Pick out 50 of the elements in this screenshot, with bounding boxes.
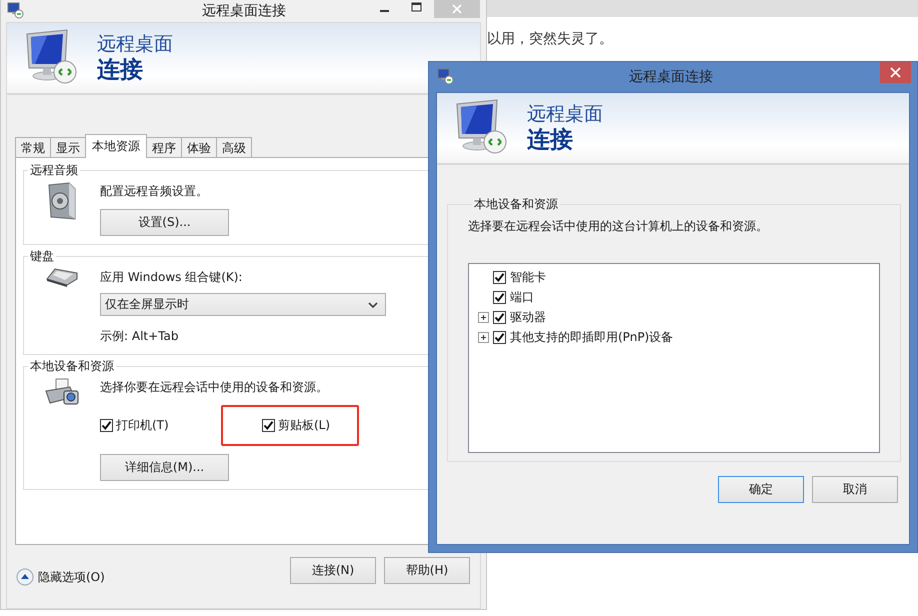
example-text: 示例: Alt+Tab: [100, 328, 178, 345]
collapse-icon[interactable]: [16, 568, 34, 586]
tab[interactable]: 体验: [181, 137, 217, 157]
group-title: 键盘: [29, 248, 55, 265]
tree-item[interactable]: 驱动器: [510, 308, 546, 326]
tree-item[interactable]: 端口: [510, 288, 534, 306]
tab[interactable]: 本地资源: [85, 134, 147, 158]
checkbox[interactable]: [493, 310, 506, 324]
app-icon: [7, 2, 24, 19]
window-title: 远程桌面连接: [628, 68, 714, 86]
description-text: 配置远程音频设置。: [100, 183, 208, 200]
settings-button[interactable]: 设置(S)...: [100, 209, 229, 236]
description-text: 选择要在远程会话中使用的这台计算机上的设备和资源。: [468, 218, 769, 235]
article-text: 以用，突然失灵了。: [487, 30, 614, 48]
group-title: 本地设备和资源: [29, 358, 115, 375]
printer-icon: [44, 377, 80, 407]
dropdown[interactable]: 仅在全屏显示时: [100, 293, 386, 316]
checkbox[interactable]: [493, 270, 506, 284]
app-icon: [437, 68, 454, 85]
group-title: 本地设备和资源: [473, 196, 559, 213]
banner-subtitle: 连接: [97, 56, 144, 84]
button[interactable]: 连接(N): [290, 556, 376, 584]
options-link[interactable]: 隐藏选项(O): [38, 568, 105, 586]
chevron-down-icon: [367, 300, 379, 308]
tab[interactable]: 显示: [50, 137, 86, 157]
field-label: 应用 Windows 组合键(K):: [100, 269, 242, 286]
button[interactable]: 确定: [718, 476, 804, 503]
keyboard-icon: [45, 267, 79, 287]
window-title: 远程桌面连接: [201, 2, 287, 20]
tree-item[interactable]: 智能卡: [510, 268, 546, 286]
button[interactable]: 取消: [812, 476, 898, 503]
group-title: 远程音频: [29, 162, 79, 179]
checkbox[interactable]: [262, 419, 275, 432]
details-button[interactable]: 详细信息(M)...: [100, 454, 229, 481]
button[interactable]: 帮助(H): [384, 556, 470, 584]
tree-item[interactable]: 其他支持的即插即用(PnP)设备: [510, 328, 674, 346]
banner-subtitle: 连接: [527, 126, 574, 154]
expand-icon[interactable]: [478, 312, 489, 322]
description-text: 选择你要在远程会话中使用的设备和资源。: [100, 379, 328, 396]
banner-title: 远程桌面: [527, 102, 603, 126]
banner-title: 远程桌面: [97, 32, 173, 56]
checkbox[interactable]: [493, 290, 506, 304]
tab[interactable]: 高级: [216, 137, 252, 157]
checkbox-label[interactable]: 打印机(T): [116, 417, 169, 434]
tab[interactable]: 常规: [15, 137, 51, 157]
close-icon[interactable]: [880, 62, 911, 83]
expand-icon[interactable]: [478, 332, 489, 342]
checkbox[interactable]: [493, 330, 506, 344]
checkbox-label[interactable]: 剪贴板(L): [278, 417, 330, 434]
checkbox[interactable]: [100, 419, 113, 432]
